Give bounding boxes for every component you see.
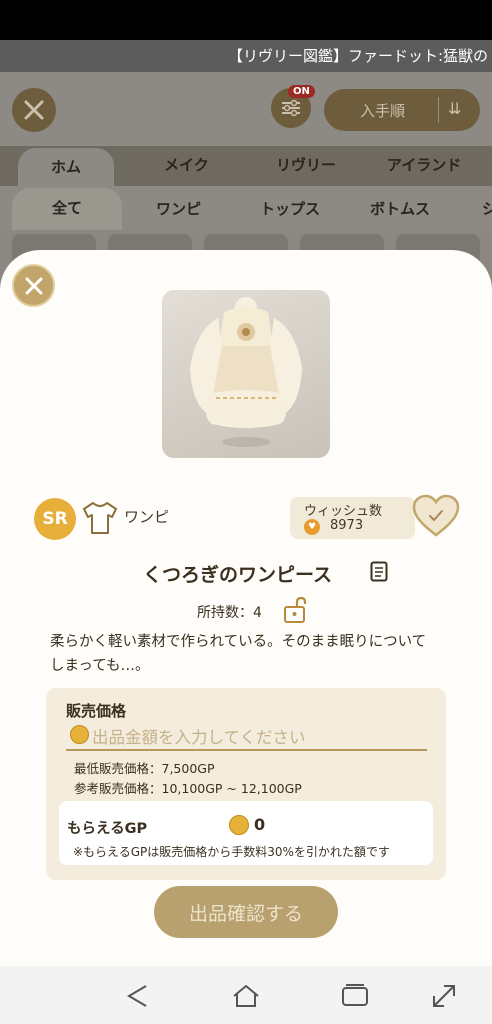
tab-all: 全て [12,188,122,230]
tab-livly: リヴリー [276,156,337,174]
item-name: くつろぎのワンピース [143,564,333,586]
shirt-icon [83,502,117,534]
sort-icon: ⇊ [448,99,462,118]
sort-button: 入手順 ⇊ [324,89,480,131]
min-price: 最低販売価格：7,500GP [74,761,215,776]
gp-note: ※もらえるGPは販売価格から手数料30%を引かれた額です [73,845,390,859]
status-bar [0,0,492,40]
wish-count-box: ウィッシュ数 ♥ 8973 [290,497,415,539]
filter-on-badge: ON [288,85,315,98]
sort-divider [438,97,439,123]
sub-category-tabs: 全て ワンピ トップス ボトムス シ [0,186,492,230]
heart-badge-icon: ♥ [304,519,320,535]
news-ticker: 【リヴリー図鑑】ファードット:猛獣の [0,40,492,72]
owned-count: 所持数：4 [197,605,262,621]
tab-tops: トップス [260,200,321,218]
item-description: 柔らかく軽い素材で作られている。そのまま眠りについてしまっても…。 [50,634,427,674]
tab-onepiece: ワンピ [156,200,202,218]
rarity-badge: SR [34,498,76,540]
tab-home: ホム [18,148,114,186]
gp-panel: もらえるGP 0 ※もらえるGPは販売価格から手数料30%を引かれた額です [59,801,433,865]
category-tabs: ホム メイク リヴリー アイランド [0,146,492,186]
tab-more: シ [482,200,492,218]
gp-coin-icon [70,725,89,744]
expand-icon[interactable] [430,982,458,1010]
sliders-icon [282,99,300,117]
gp-value: 0 [254,815,266,834]
price-placeholder: 出品金額を入力してください [92,728,306,747]
gp-label: もらえるGP [67,821,148,837]
confirm-listing-button[interactable]: 出品確認する [154,886,338,938]
wish-heart-button[interactable] [412,494,460,538]
close-icon [24,100,44,120]
sort-label: 入手順 [360,101,406,120]
system-nav-bar [0,966,492,1024]
background-close-button [12,88,56,132]
reference-price: 参考販売価格：10,100GP ~ 12,100GP [74,781,302,796]
document-icon[interactable] [370,561,388,582]
tab-make: メイク [164,156,209,174]
item-image [162,290,330,458]
close-button[interactable] [12,264,55,307]
price-panel: 販売価格 出品金額を入力してください 最低販売価格：7,500GP 参考販売価格… [46,688,446,880]
category-label: ワンピ [124,508,170,526]
recents-icon[interactable] [341,982,369,1010]
gp-coin-icon [229,815,249,835]
back-icon[interactable] [124,982,152,1010]
price-title: 販売価格 [66,702,127,720]
ticker-text: 【リヴリー図鑑】ファードット:猛獣の [228,47,489,65]
tab-island: アイランド [387,156,462,174]
tab-bottoms: ボトムス [370,200,431,218]
home-icon[interactable] [232,982,260,1010]
dress-illustration [190,297,302,447]
wish-count: 8973 [330,518,364,533]
wish-label: ウィッシュ数 [304,504,383,519]
background-header: ON 入手順 ⇊ [0,72,492,146]
close-icon [25,277,42,294]
unlock-icon[interactable] [283,596,311,624]
